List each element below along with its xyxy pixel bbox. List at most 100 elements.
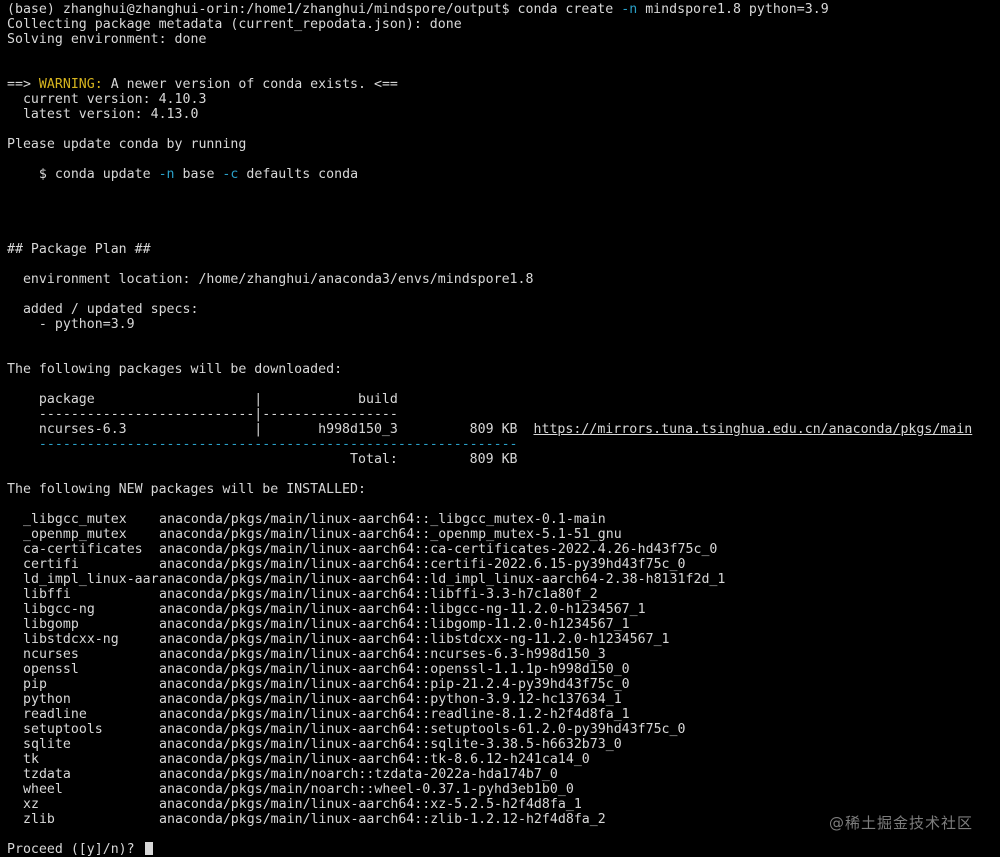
package-spec: anaconda/pkgs/main/linux-aarch64::zlib-1… xyxy=(159,812,606,827)
package-spec: anaconda/pkgs/main/linux-aarch64::certif… xyxy=(159,557,686,572)
package-name: tzdata xyxy=(23,767,71,782)
package-spec: anaconda/pkgs/main/linux-aarch64::xz-5.2… xyxy=(159,797,582,812)
install-package-list: _libgcc_mutex anaconda/pkgs/main/linux-aa… xyxy=(7,512,1000,827)
flag-n: -n xyxy=(621,2,638,17)
install-package-row: xz anaconda/pkgs/main/linux-aarch64::xz-5… xyxy=(7,797,1000,812)
package-spec: anaconda/pkgs/main/linux-aarch64::_libgc… xyxy=(159,512,606,527)
package-spec: anaconda/pkgs/main/linux-aarch64::readli… xyxy=(159,707,630,722)
install-package-row: setuptools anaconda/pkgs/main/linux-aarch… xyxy=(7,722,1000,737)
update-command-line: $ conda update -n base -c defaults conda xyxy=(7,167,1000,182)
package-name: _libgcc_mutex xyxy=(23,512,127,527)
package-name: xz xyxy=(23,797,39,812)
package-name: wheel xyxy=(23,782,63,797)
download-table-header: package | build xyxy=(7,392,398,407)
package-name: libstdcxx-ng xyxy=(23,632,119,647)
download-table-rule: ---------------------------|------------… xyxy=(7,407,398,422)
warning-line: ==> WARNING: A newer version of conda ex… xyxy=(7,77,1000,92)
package-name: tk xyxy=(23,752,39,767)
package-name: python xyxy=(23,692,71,707)
package-spec: anaconda/pkgs/main/linux-aarch64::_openm… xyxy=(159,527,622,542)
install-package-row: ca-certificates anaconda/pkgs/main/linux-… xyxy=(7,542,1000,557)
proceed-prompt-line[interactable]: Proceed ([y]/n)? xyxy=(7,842,1000,857)
download-heading: The following packages will be downloade… xyxy=(7,362,343,377)
package-name: certifi xyxy=(23,557,79,572)
install-package-row: pip anaconda/pkgs/main/linux-aarch64::pip… xyxy=(7,677,1000,692)
text-cursor xyxy=(144,842,153,855)
package-name: libgcc-ng xyxy=(23,602,95,617)
package-spec: anaconda/pkgs/main/noarch::tzdata-2022a-… xyxy=(159,767,558,782)
package-spec: anaconda/pkgs/main/linux-aarch64::setupt… xyxy=(159,722,686,737)
package-name: libffi xyxy=(23,587,71,602)
current-version-line: current version: 4.10.3 xyxy=(7,92,207,107)
install-package-row: _openmp_mutex anaconda/pkgs/main/linux-aa… xyxy=(7,527,1000,542)
status-line: Collecting package metadata (current_rep… xyxy=(7,17,462,32)
flag-n: -n xyxy=(158,167,175,182)
package-spec: anaconda/pkgs/main/linux-aarch64::libffi… xyxy=(159,587,598,602)
package-name: _openmp_mutex xyxy=(23,527,127,542)
install-package-row: tzdata anaconda/pkgs/main/noarch::tzdata-… xyxy=(7,767,1000,782)
download-table-row: ncurses-6.3 | h998d150_3 809 KB https://… xyxy=(7,422,1000,437)
package-name: sqlite xyxy=(23,737,71,752)
package-spec: anaconda/pkgs/main/linux-aarch64::libgom… xyxy=(159,617,630,632)
spec-item: - python=3.9 xyxy=(7,317,135,332)
package-spec: anaconda/pkgs/main/linux-aarch64::libgcc… xyxy=(159,602,646,617)
install-package-row: libstdcxx-ng anaconda/pkgs/main/linux-aar… xyxy=(7,632,1000,647)
package-name: ld_impl_linux-aar~ xyxy=(23,572,159,587)
update-cmd-suffix: defaults conda xyxy=(238,167,359,182)
install-package-row: wheel anaconda/pkgs/main/noarch::wheel-0.… xyxy=(7,782,1000,797)
install-package-row: libgomp anaconda/pkgs/main/linux-aarch64:… xyxy=(7,617,1000,632)
package-name: readline xyxy=(23,707,87,722)
package-plan-heading: ## Package Plan ## xyxy=(7,242,151,257)
install-package-row: tk anaconda/pkgs/main/linux-aarch64::tk-8… xyxy=(7,752,1000,767)
install-heading: The following NEW packages will be INSTA… xyxy=(7,482,366,497)
package-name: setuptools xyxy=(23,722,103,737)
package-spec: anaconda/pkgs/main/noarch::wheel-0.37.1-… xyxy=(159,782,574,797)
command-prompt-line: (base) zhanghui@zhanghui-orin:/home1/zha… xyxy=(7,2,1000,17)
package-spec: anaconda/pkgs/main/linux-aarch64::libstd… xyxy=(159,632,670,647)
status-line: Solving environment: done xyxy=(7,32,207,47)
download-table-rule-bottom: ----------------------------------------… xyxy=(7,437,518,452)
install-package-row: python anaconda/pkgs/main/linux-aarch64::… xyxy=(7,692,1000,707)
package-name: ca-certificates xyxy=(23,542,143,557)
install-package-row: sqlite anaconda/pkgs/main/linux-aarch64::… xyxy=(7,737,1000,752)
update-cmd-mid: base xyxy=(174,167,223,182)
environment-location: environment location: /home/zhanghui/ana… xyxy=(7,272,534,287)
package-name: ncurses xyxy=(23,647,79,662)
package-name: libgomp xyxy=(23,617,79,632)
latest-version-line: latest version: 4.13.0 xyxy=(7,107,199,122)
package-spec: anaconda/pkgs/main/linux-aarch64::openss… xyxy=(159,662,630,677)
install-package-row: certifi anaconda/pkgs/main/linux-aarch64:… xyxy=(7,557,1000,572)
install-package-row: ncurses anaconda/pkgs/main/linux-aarch64:… xyxy=(7,647,1000,662)
package-spec: anaconda/pkgs/main/linux-aarch64::ncurse… xyxy=(159,647,606,662)
package-spec: anaconda/pkgs/main/linux-aarch64::python… xyxy=(159,692,622,707)
install-package-row: _libgcc_mutex anaconda/pkgs/main/linux-aa… xyxy=(7,512,1000,527)
prompt-args: mindspore1.8 python=3.9 xyxy=(637,2,829,17)
package-name: pip xyxy=(23,677,47,692)
package-spec: anaconda/pkgs/main/linux-aarch64::tk-8.6… xyxy=(159,752,590,767)
download-row-info: ncurses-6.3 | h998d150_3 809 KB xyxy=(7,422,534,437)
update-cmd-prefix: $ conda update xyxy=(7,167,159,182)
warning-arrow: ==> xyxy=(7,77,39,92)
proceed-prompt: Proceed ([y]/n)? xyxy=(7,842,143,857)
added-specs-label: added / updated specs: xyxy=(7,302,199,317)
package-spec: anaconda/pkgs/main/linux-aarch64::pip-21… xyxy=(159,677,630,692)
install-package-row: libgcc-ng anaconda/pkgs/main/linux-aarch6… xyxy=(7,602,1000,617)
package-name: zlib xyxy=(23,812,55,827)
prompt-prefix: (base) zhanghui@zhanghui-orin:/home1/zha… xyxy=(7,2,622,17)
warning-label: WARNING: xyxy=(38,77,103,92)
install-package-row: libffi anaconda/pkgs/main/linux-aarch64::… xyxy=(7,587,1000,602)
install-package-row: readline anaconda/pkgs/main/linux-aarch64… xyxy=(7,707,1000,722)
package-spec: anaconda/pkgs/main/linux-aarch64::sqlite… xyxy=(159,737,622,752)
watermark-text: @稀土掘金技术社区 xyxy=(828,814,973,832)
update-instruction: Please update conda by running xyxy=(7,137,247,152)
terminal-window[interactable]: (base) zhanghui@zhanghui-orin:/home1/zha… xyxy=(0,0,1000,857)
install-package-row: openssl anaconda/pkgs/main/linux-aarch64:… xyxy=(7,662,1000,677)
package-spec: anaconda/pkgs/main/linux-aarch64::ld_imp… xyxy=(159,572,726,587)
package-name: openssl xyxy=(23,662,79,677)
install-package-row: ld_impl_linux-aar~anaconda/pkgs/main/lin… xyxy=(7,572,1000,587)
warning-text: A newer version of conda exists. <== xyxy=(102,77,398,92)
package-spec: anaconda/pkgs/main/linux-aarch64::ca-cer… xyxy=(159,542,718,557)
download-total: Total: 809 KB xyxy=(7,452,518,467)
flag-c: -c xyxy=(222,167,239,182)
download-url-link[interactable]: https://mirrors.tuna.tsinghua.edu.cn/ana… xyxy=(534,422,973,437)
